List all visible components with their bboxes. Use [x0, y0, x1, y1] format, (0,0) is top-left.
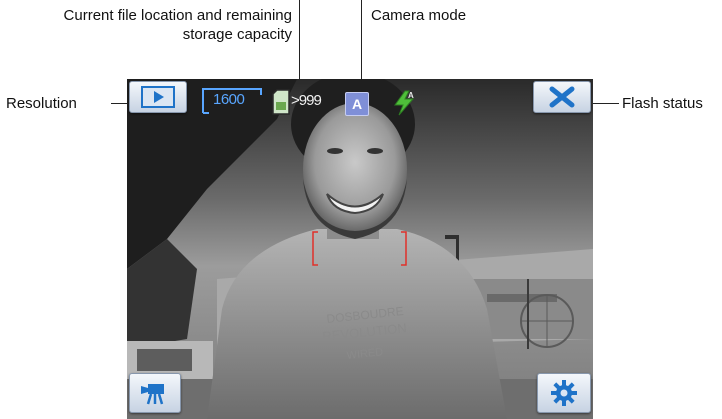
- playback-button[interactable]: [129, 81, 187, 113]
- close-button[interactable]: [533, 81, 591, 113]
- callout-file-location-line1: Current file location and remaining: [63, 7, 292, 24]
- svg-text:A: A: [408, 91, 414, 100]
- close-icon: [549, 86, 575, 108]
- video-camera-icon: [141, 384, 164, 405]
- gear-icon: [551, 380, 577, 406]
- callout-file-location-line2: storage capacity: [182, 26, 292, 43]
- settings-button[interactable]: [537, 373, 591, 413]
- callout-flash-status: Flash status: [622, 95, 703, 112]
- camera-viewfinder[interactable]: DOSBOUDRE REVOLUTION WIRED 1600 >999 A A: [127, 79, 593, 419]
- flash-auto-icon: A: [394, 90, 415, 116]
- leader-line-flash: [590, 103, 619, 104]
- playback-icon: [141, 86, 175, 108]
- callout-file-location: Current file location and remaining stor…: [6, 6, 292, 44]
- memory-card-icon: [272, 89, 290, 115]
- callout-resolution: Resolution: [6, 95, 77, 112]
- callout-camera-mode: Camera mode: [371, 7, 467, 24]
- video-mode-button[interactable]: [129, 373, 181, 413]
- live-preview-image: DOSBOUDRE REVOLUTION WIRED: [127, 79, 593, 419]
- storage-remaining: >999: [291, 92, 322, 109]
- camera-mode-badge: A: [345, 92, 369, 116]
- resolution-value: 1600: [213, 91, 245, 108]
